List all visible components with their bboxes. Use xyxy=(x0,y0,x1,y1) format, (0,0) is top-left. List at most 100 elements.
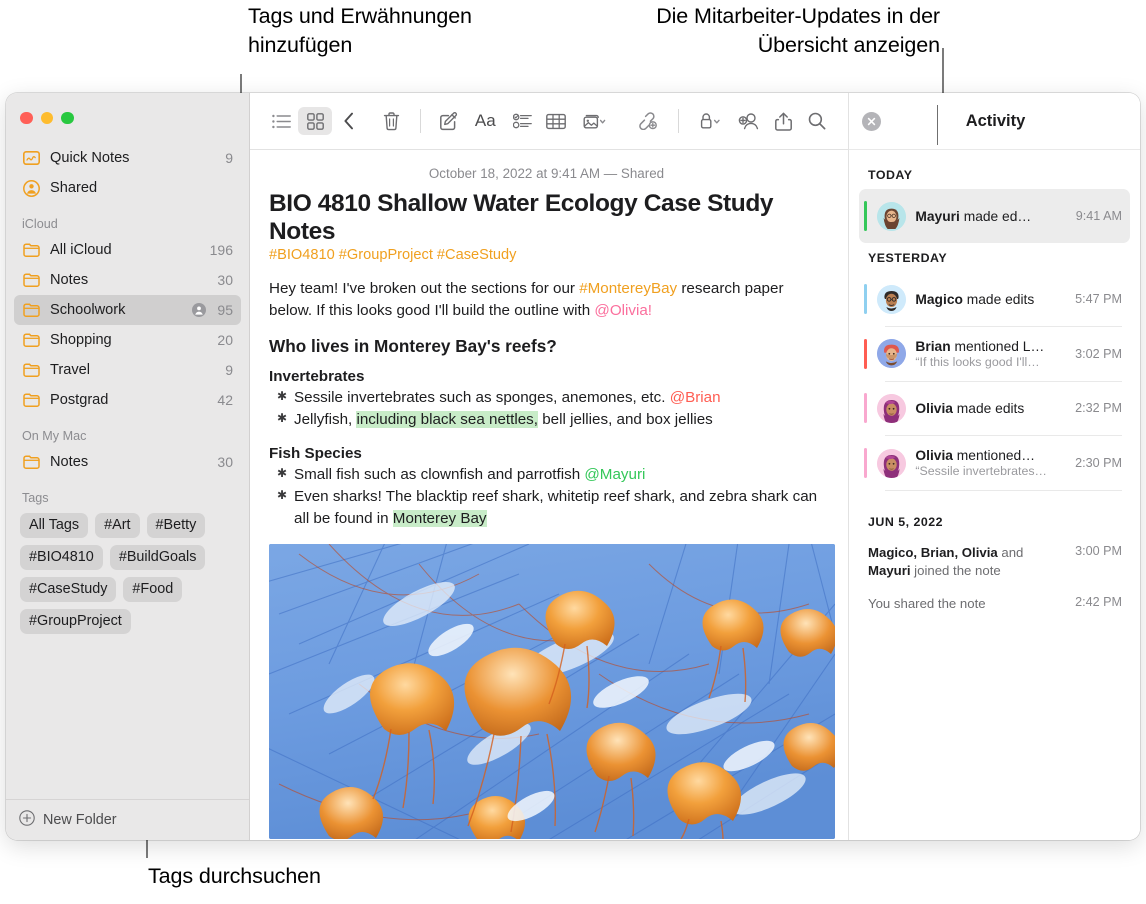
tag-chip-betty[interactable]: #Betty xyxy=(146,513,206,538)
activity-quote: “If this looks good I'll… xyxy=(915,354,1040,369)
list-view-icon[interactable] xyxy=(264,107,298,135)
format-text-button[interactable]: Aa xyxy=(465,107,505,135)
bullet-text: Even sharks! The blacktip reef shark, wh… xyxy=(294,488,818,528)
sidebar-section-header-icloud: iCloud xyxy=(22,217,58,231)
add-person-icon[interactable] xyxy=(732,107,766,135)
tag-chip-food[interactable]: #Food xyxy=(123,577,183,602)
trash-icon[interactable] xyxy=(375,107,409,135)
sidebar-scroll[interactable]: Quick Notes 9 Shared iCloud All iCloud 1… xyxy=(6,129,249,799)
mention-mayuri[interactable]: @Mayuri xyxy=(584,466,645,483)
activity-item-mayuri[interactable]: Mayuri made ed… 9:41 AM xyxy=(859,189,1130,243)
activity-action: made edits xyxy=(952,400,1025,416)
activity-joined-and: and xyxy=(997,544,1024,560)
activity-action: mentioned L… xyxy=(950,338,1045,354)
mention-olivia[interactable]: @Olivia! xyxy=(594,302,652,319)
sidebar-item-quick-notes[interactable]: Quick Notes 9 xyxy=(14,143,241,173)
note-tags-line: #BIO4810 #GroupProject #CaseStudy xyxy=(269,247,517,263)
sidebar-count: 42 xyxy=(217,392,233,408)
activity-text: Mayuri made ed… xyxy=(915,209,1067,224)
activity-time: 2:42 PM xyxy=(1075,595,1122,610)
screenshot-root: Tags und Erwähnungen hinzufügen Die Mita… xyxy=(0,0,1146,904)
sidebar-label: Travel xyxy=(50,362,91,378)
tag-chip-all-tags[interactable]: All Tags xyxy=(20,513,89,538)
activity-action: mentioned… xyxy=(952,448,1036,464)
sidebar-count: 95 xyxy=(217,302,233,318)
activity-item-magico[interactable]: Magico made edits 5:47 PM xyxy=(859,272,1130,326)
activity-text: Magico made edits xyxy=(915,292,1067,307)
activity-line: Magico made edits xyxy=(915,292,1067,307)
sidebar-item-shared[interactable]: Shared xyxy=(14,173,241,203)
lock-icon[interactable] xyxy=(690,107,732,135)
activity-item-olivia-edits[interactable]: Olivia made edits 2:32 PM xyxy=(859,381,1130,435)
gallery-view-icon[interactable] xyxy=(298,107,332,135)
note-subheading-invertebrates: Invertebrates xyxy=(269,368,365,386)
folder-icon xyxy=(22,391,41,410)
folder-icon xyxy=(22,453,41,472)
activity-time: 9:41 AM xyxy=(1075,209,1122,223)
jellyfish-photo[interactable] xyxy=(269,544,835,840)
activity-text: Olivia made edits xyxy=(915,401,1067,416)
list-item: Even sharks! The blacktip reef shark, wh… xyxy=(269,486,824,530)
close-window-button[interactable] xyxy=(20,111,33,125)
tag-chip-groupproject[interactable]: #GroupProject xyxy=(20,609,131,634)
tag-chip-art[interactable]: #Art xyxy=(95,513,140,538)
sidebar-count: 20 xyxy=(217,332,233,348)
note-subheading-fish-species: Fish Species xyxy=(269,445,362,463)
notes-window: Quick Notes 9 Shared iCloud All iCloud 1… xyxy=(6,93,1140,840)
sidebar-item-schoolwork[interactable]: Schoolwork 95 xyxy=(14,295,241,325)
toolbar: Aa xyxy=(250,93,848,150)
note-intro-paragraph: Hey team! I've broken out the sections f… xyxy=(269,278,824,321)
avatar xyxy=(877,284,907,314)
inline-tag-montereybay[interactable]: #MontereyBay xyxy=(579,280,677,297)
zoom-window-button[interactable] xyxy=(61,111,74,125)
note-document[interactable]: October 18, 2022 at 9:41 AM — Shared BIO… xyxy=(250,150,848,840)
activity-joined-names: Magico, Brian, Olivia xyxy=(868,544,998,560)
activity-panel: Activity TODAY Mayuri made ed… 9:41 AM Y… xyxy=(848,93,1140,840)
close-icon[interactable] xyxy=(862,111,881,131)
bullet-text: Sessile invertebrates such as sponges, a… xyxy=(294,389,670,407)
activity-line: Olivia made edits xyxy=(915,401,1067,416)
sidebar-item-notes-icloud[interactable]: Notes 30 xyxy=(14,265,241,295)
new-folder-button[interactable]: New Folder xyxy=(6,799,249,840)
back-chevron-icon[interactable] xyxy=(332,107,366,135)
list-item: Jellyfish, including black sea nettles, … xyxy=(269,409,824,431)
media-icon[interactable] xyxy=(573,107,615,135)
activity-text: Olivia mentioned… “Sessile invertebrates… xyxy=(915,448,1067,478)
sidebar-label: Schoolwork xyxy=(50,302,126,318)
activity-time: 3:00 PM xyxy=(1075,543,1122,558)
link-icon[interactable] xyxy=(627,107,667,135)
folder-icon xyxy=(22,361,41,380)
tag-chip-casestudy[interactable]: #CaseStudy xyxy=(20,577,117,602)
tag-chip-buildgoals[interactable]: #BuildGoals xyxy=(109,545,206,570)
activity-list[interactable]: TODAY Mayuri made ed… 9:41 AM YESTERDAY xyxy=(849,150,1140,840)
sidebar-item-travel[interactable]: Travel 9 xyxy=(14,355,241,385)
search-icon[interactable] xyxy=(800,107,834,135)
bullet-list-invertebrates: Sessile invertebrates such as sponges, a… xyxy=(269,387,824,431)
main-column: Aa October 18, 2022 at 9:41 AM — Shared … xyxy=(250,93,848,840)
mention-brian[interactable]: @Brian xyxy=(670,389,721,406)
folder-icon xyxy=(22,331,41,350)
sidebar-item-shopping[interactable]: Shopping 20 xyxy=(14,325,241,355)
checklist-icon[interactable] xyxy=(505,107,539,135)
sidebar-item-notes-local[interactable]: Notes 30 xyxy=(14,447,241,477)
sidebar-item-all-icloud[interactable]: All iCloud 196 xyxy=(14,235,241,265)
sidebar-label: Quick Notes xyxy=(50,150,130,166)
activity-header: Activity xyxy=(849,93,1140,150)
activity-item-brian[interactable]: Brian mentioned L… “If this looks good I… xyxy=(859,327,1130,381)
activity-item-olivia-mentioned[interactable]: Olivia mentioned… “Sessile invertebrates… xyxy=(859,436,1130,490)
activity-joined-name2: Mayuri xyxy=(868,562,911,578)
minimize-window-button[interactable] xyxy=(40,111,53,125)
tag-chip-bio4810[interactable]: #BIO4810 xyxy=(20,545,103,570)
compose-icon[interactable] xyxy=(431,107,465,135)
activity-quote: “Sessile invertebrates… xyxy=(915,464,1047,479)
activity-text: Brian mentioned L… “If this looks good I… xyxy=(915,339,1067,369)
activity-color-bar xyxy=(864,201,868,231)
activity-item-joined: Magico, Brian, Olivia and Mayuri joined … xyxy=(849,536,1140,588)
folder-icon xyxy=(22,271,41,290)
sidebar-item-postgrad[interactable]: Postgrad 42 xyxy=(14,385,241,415)
table-icon[interactable] xyxy=(539,107,573,135)
callout-left: Tags und Erwähnungen hinzufügen xyxy=(248,4,472,57)
share-icon[interactable] xyxy=(766,107,800,135)
activity-time: 5:47 PM xyxy=(1075,292,1122,306)
activity-person: Olivia xyxy=(915,400,953,416)
